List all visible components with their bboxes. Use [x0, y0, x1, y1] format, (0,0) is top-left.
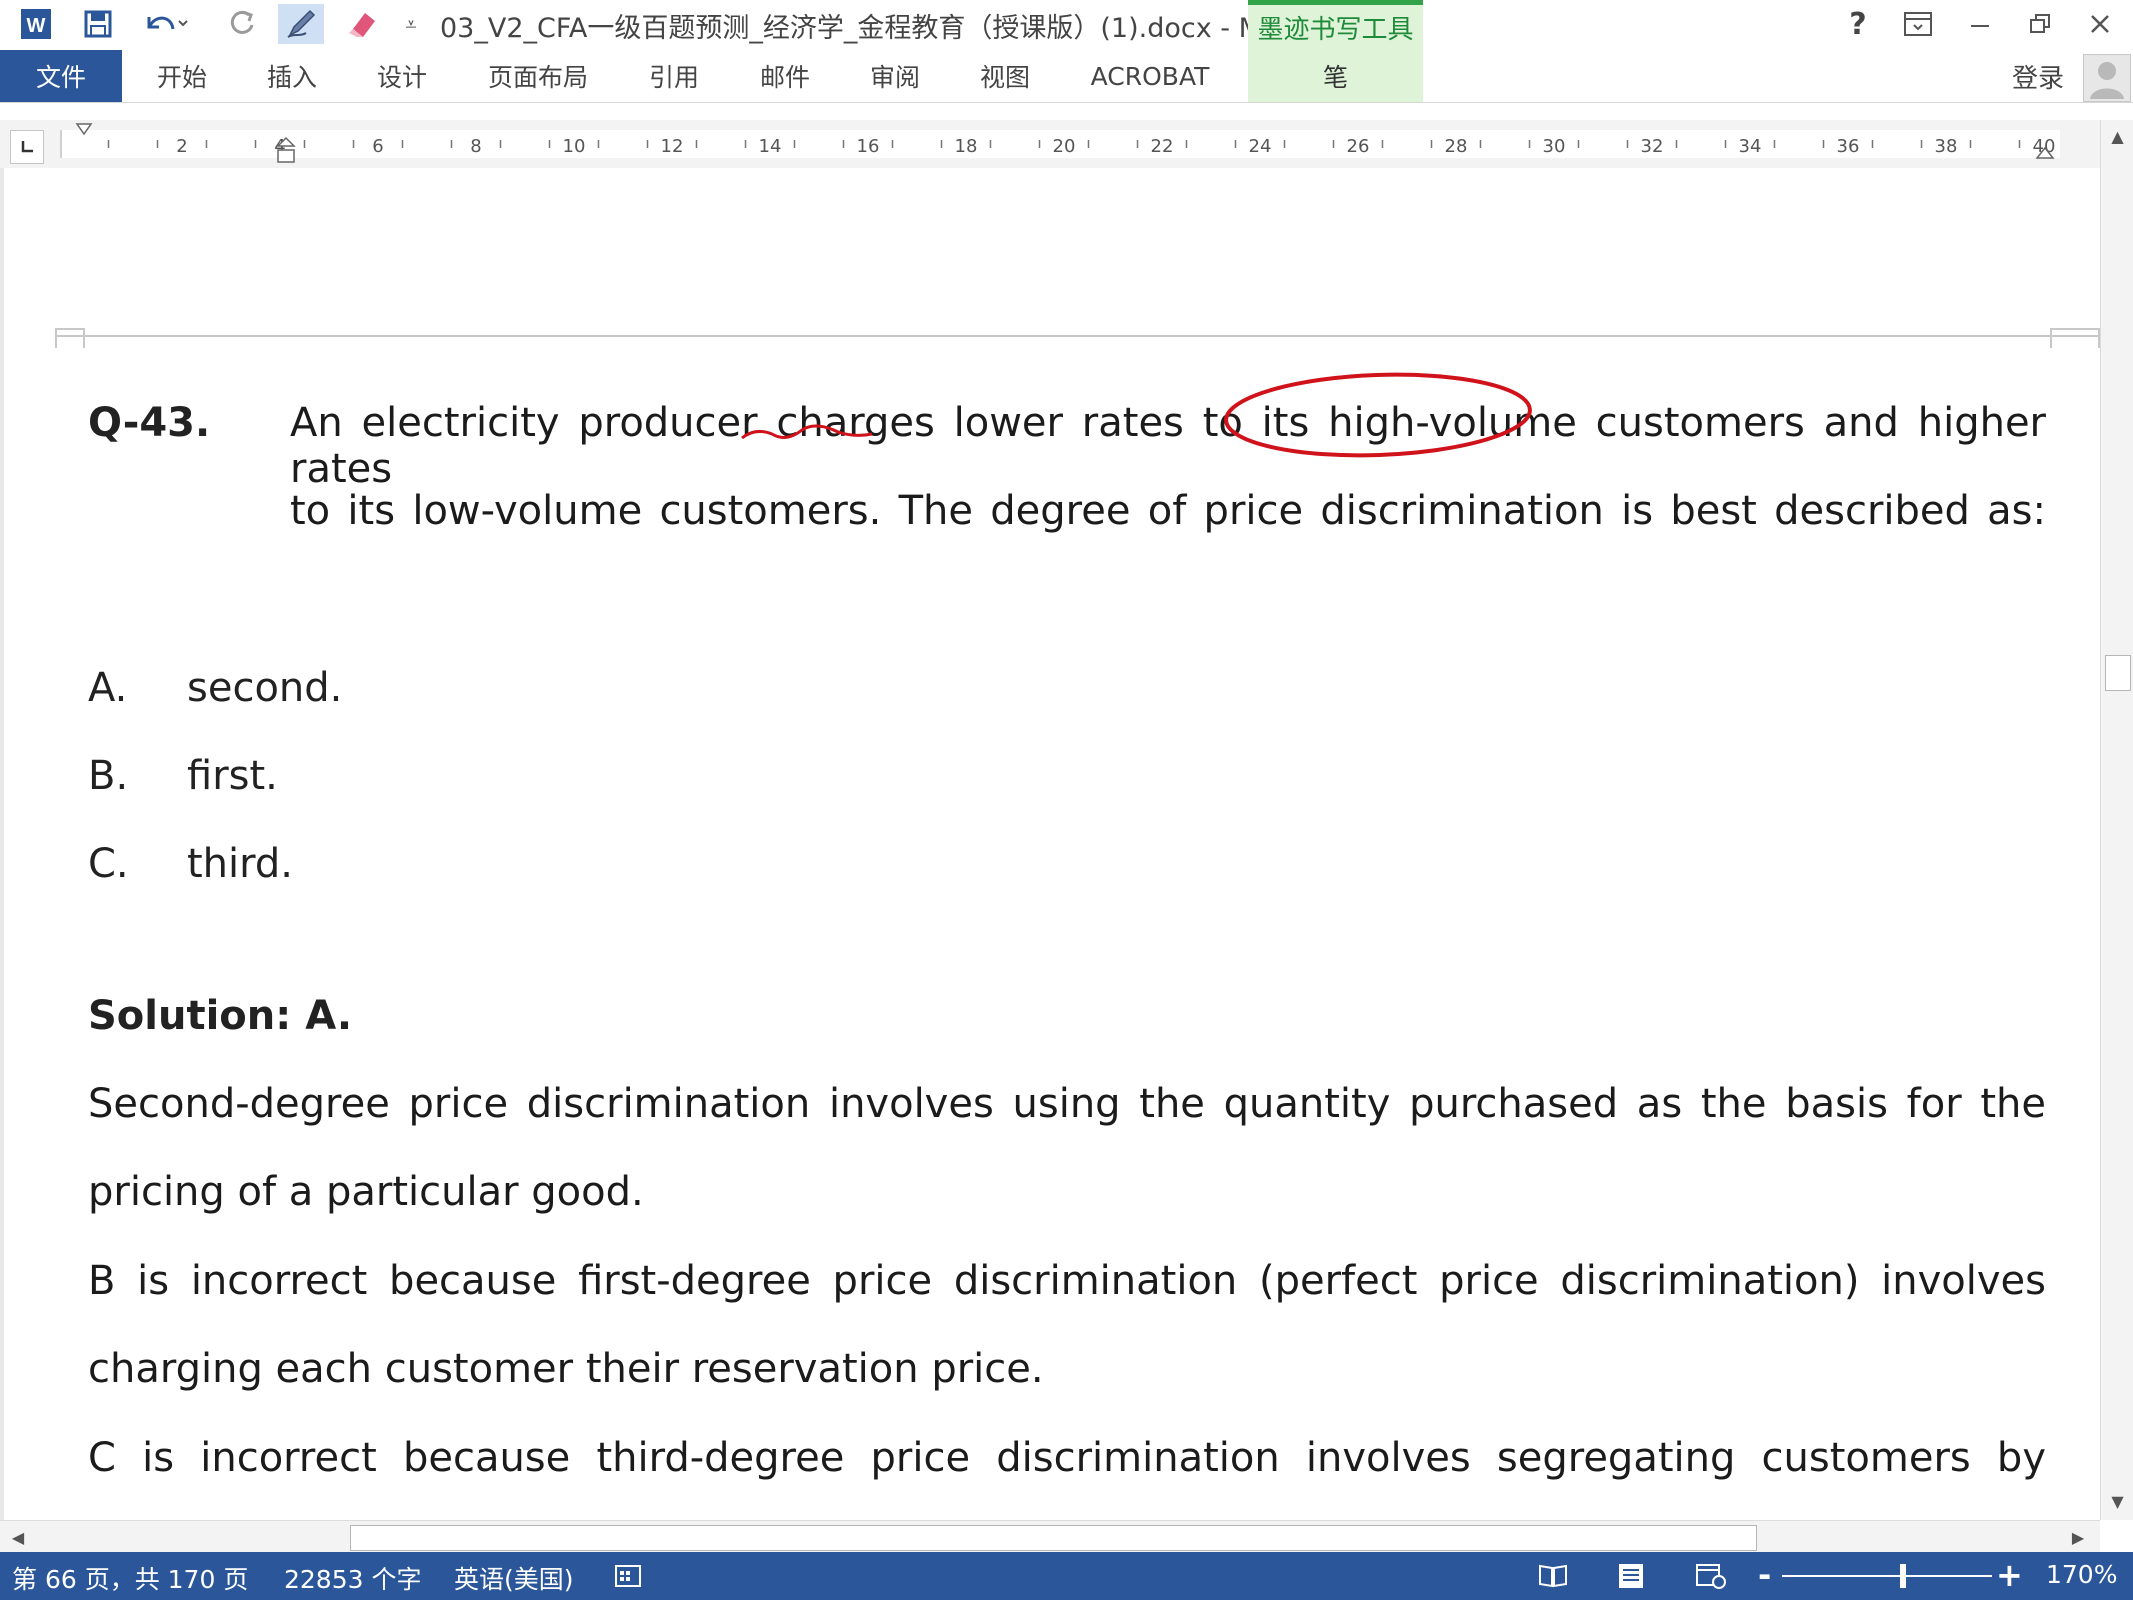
vertical-scrollbar[interactable]: ▲ ▼ [2100, 120, 2133, 1520]
zoom-out-button[interactable]: - [1758, 1556, 1771, 1594]
option-a-letter: A. [88, 665, 128, 711]
ruler-label: 30 [1543, 136, 1566, 157]
solution-line-5: C is incorrect because third-degree pric… [88, 1435, 2046, 1481]
ruler-label: 8 [470, 136, 481, 157]
horizontal-scroll-thumb[interactable] [350, 1525, 1757, 1551]
ruler-label: 26 [1347, 136, 1370, 157]
ruler-label: 10 [563, 136, 586, 157]
ruler-label: 18 [955, 136, 978, 157]
option-c-text: third. [187, 841, 293, 887]
ink-annotations [741, 372, 1532, 458]
ruler-label: 14 [759, 136, 782, 157]
ruler-label: 22 [1151, 136, 1174, 157]
tab-references[interactable]: 引用 [634, 50, 714, 102]
ruler-label: 32 [1641, 136, 1664, 157]
web-layout-icon[interactable] [1695, 1562, 1727, 1597]
ink-tools-contextual-header: 墨迹书写工具 [1248, 0, 1423, 50]
customize-qat-icon[interactable]: ⩡ [398, 4, 424, 44]
question-line-1: An electricity producer charges lower ra… [290, 400, 2046, 492]
ruler-label: 38 [1935, 136, 1958, 157]
question-number: Q-43. [88, 400, 211, 446]
print-layout-icon[interactable] [1616, 1562, 1646, 1597]
ruler-label: 12 [661, 136, 684, 157]
svg-text:W: W [27, 15, 46, 37]
option-a-text: second. [187, 665, 343, 711]
ruler-label: 16 [857, 136, 880, 157]
zoom-in-button[interactable]: + [1996, 1556, 2023, 1594]
tab-file[interactable]: 文件 [0, 50, 122, 102]
solution-line-2: pricing of a particular good. [88, 1169, 644, 1215]
tab-pen[interactable]: 笔 [1248, 50, 1423, 102]
avatar[interactable] [2083, 54, 2131, 102]
pen-icon[interactable] [278, 4, 324, 44]
tab-selector-button[interactable] [10, 130, 44, 164]
ruler-label: 28 [1445, 136, 1468, 157]
undo-icon[interactable] [136, 4, 196, 44]
scroll-down-arrow[interactable]: ▼ [2101, 1485, 2133, 1517]
ruler-label: 36 [1837, 136, 1860, 157]
restore-icon[interactable] [2015, 4, 2065, 44]
horizontal-ruler[interactable]: 246810121416182022242628303234363840 [0, 120, 2100, 168]
status-bar: 第 66 页，共 170 页 22853 个字 英语(美国) - + 170% [0, 1552, 2133, 1600]
word-count-status[interactable]: 22853 个字 [284, 1560, 421, 1596]
ruler-label: 2 [176, 136, 187, 157]
save-icon[interactable] [76, 4, 120, 44]
tab-mailings[interactable]: 邮件 [745, 50, 825, 102]
page-edge [0, 168, 4, 1520]
tab-design[interactable]: 设计 [362, 50, 442, 102]
tab-home[interactable]: 开始 [142, 50, 222, 102]
help-button[interactable]: ? [1833, 4, 1883, 44]
ruler-label: 34 [1739, 136, 1762, 157]
vertical-scroll-thumb[interactable] [2105, 655, 2131, 691]
tab-insert[interactable]: 插入 [252, 50, 332, 102]
title-bar: W ⩡ 03_V2_CFA一级百题预测_经济学_金程教育（授课版）(1).doc… [0, 0, 2133, 50]
page-corner-mark-right [2050, 328, 2100, 348]
ribbon-tab-bar: 文件 开始 插入 设计 页面布局 引用 邮件 审阅 视图 ACROBAT 笔 登… [0, 50, 2133, 103]
solution-line-4: charging each customer their reservation… [88, 1346, 1044, 1392]
horizontal-scrollbar[interactable]: ◀ ▶ [0, 1520, 2100, 1553]
scroll-up-arrow[interactable]: ▲ [2101, 120, 2133, 152]
question-line-2: to its low-volume customers. The degree … [290, 488, 2046, 534]
document-title: 03_V2_CFA一级百题预测_经济学_金程教育（授课版）(1).docx - … [440, 13, 1288, 44]
option-c-letter: C. [88, 841, 129, 887]
language-status[interactable]: 英语(美国) [454, 1560, 574, 1596]
page-corner-mark-left [55, 328, 85, 348]
redo-icon[interactable] [220, 4, 264, 44]
solution-title: Solution: A. [88, 993, 353, 1039]
zoom-level[interactable]: 170% [2046, 1560, 2117, 1589]
scroll-right-arrow[interactable]: ▶ [2062, 1521, 2094, 1553]
scroll-left-arrow[interactable]: ◀ [2, 1521, 34, 1553]
ruler-scale: 246810121416182022242628303234363840 [60, 123, 2060, 163]
option-b-text: first. [187, 753, 278, 799]
tab-layout[interactable]: 页面布局 [478, 50, 598, 102]
sign-in-link[interactable]: 登录 [2012, 58, 2064, 95]
minimize-icon[interactable] [1955, 4, 2005, 44]
read-mode-icon[interactable] [1538, 1562, 1568, 1597]
macro-record-icon[interactable] [614, 1562, 642, 1597]
ruler-label: 20 [1053, 136, 1076, 157]
page-break-line [55, 335, 2100, 337]
ruler-label: 24 [1249, 136, 1272, 157]
close-icon[interactable] [2075, 4, 2125, 44]
word-app-icon[interactable]: W [14, 4, 58, 44]
tab-view[interactable]: 视图 [965, 50, 1045, 102]
tab-review[interactable]: 审阅 [855, 50, 935, 102]
zoom-slider-handle[interactable] [1900, 1564, 1906, 1588]
eraser-icon[interactable] [340, 4, 384, 44]
solution-line-3: B is incorrect because first-degree pric… [88, 1258, 2046, 1304]
solution-line-1: Second-degree price discrimination invol… [88, 1081, 2046, 1127]
document-canvas[interactable]: Q-43. An electricity producer charges lo… [0, 168, 2100, 1520]
zoom-slider-track[interactable] [1782, 1575, 1992, 1577]
tab-acrobat[interactable]: ACROBAT [1080, 50, 1220, 102]
ruler-label: 6 [372, 136, 383, 157]
page-count-status[interactable]: 第 66 页，共 170 页 [12, 1560, 248, 1596]
option-b-letter: B. [88, 753, 129, 799]
ribbon-display-options-icon[interactable] [1893, 4, 1943, 44]
